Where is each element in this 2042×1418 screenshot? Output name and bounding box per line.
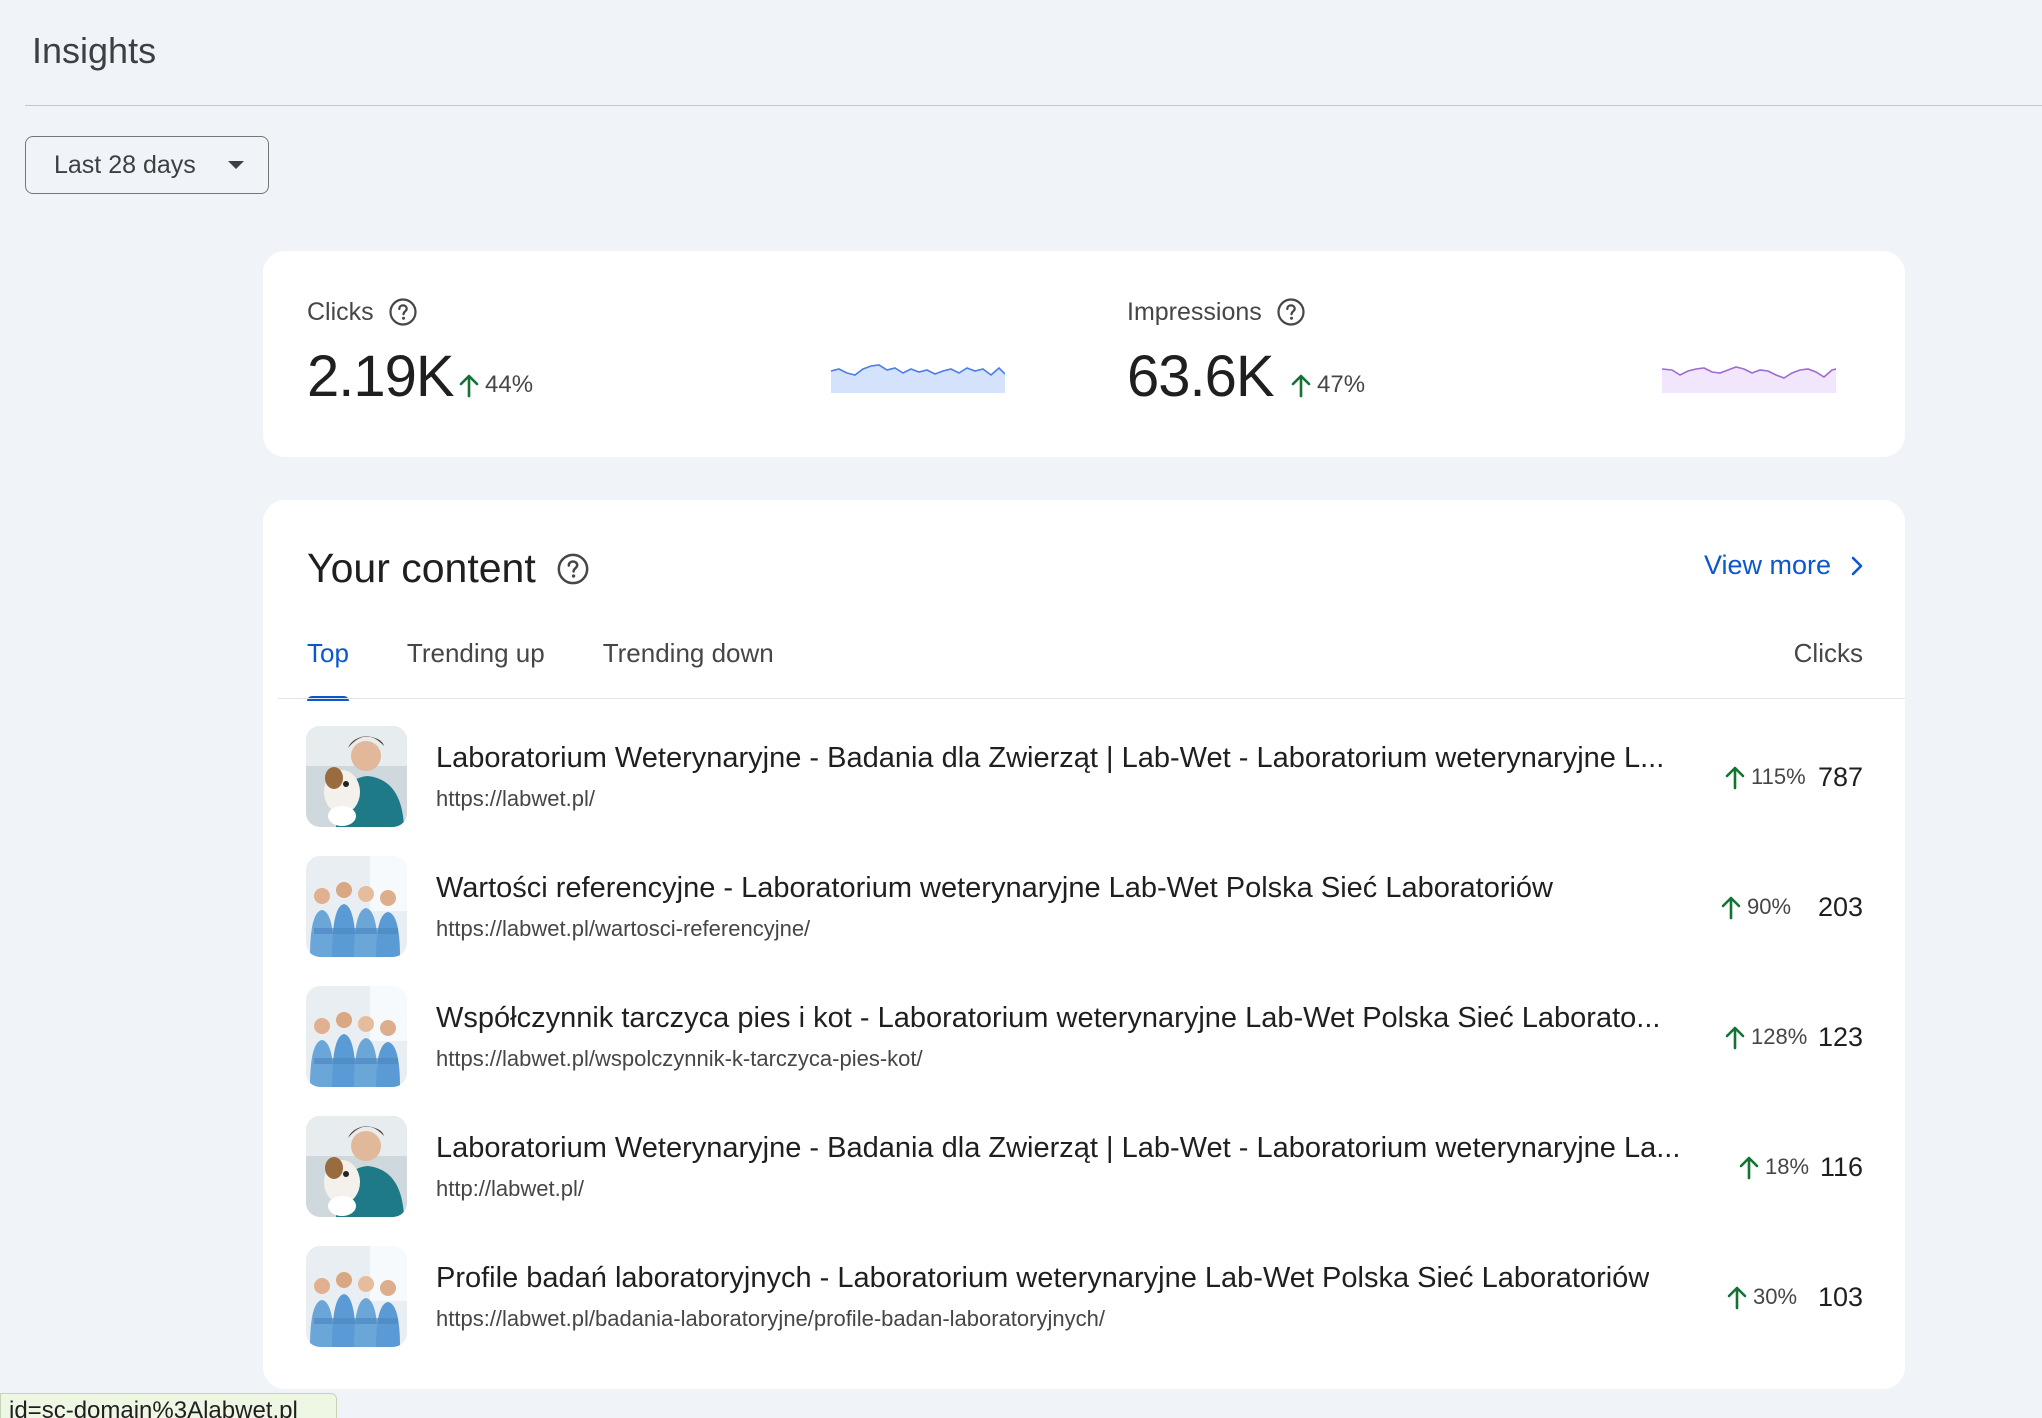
row-url: https://labwet.pl/wspolczynnik-k-tarczyc…	[436, 1046, 923, 1071]
vet-team-thumbnail	[306, 1246, 407, 1347]
clicks-change-value: 44%	[485, 371, 534, 398]
clicks-label: Clicks	[307, 297, 374, 326]
tab-top-label: Top	[307, 638, 349, 668]
page-thumbnail	[306, 726, 407, 827]
help-icon[interactable]	[1276, 297, 1306, 327]
row-title[interactable]: Wartości referencyjne - Laboratorium wet…	[436, 872, 1553, 905]
row-change: 115%	[1723, 764, 1806, 790]
chevron-right-icon	[1851, 556, 1863, 575]
your-content-card: Your content View more Top Trending up T	[263, 500, 1905, 1389]
row-change-value: 90%	[1747, 894, 1792, 919]
vet-with-dog-thumbnail	[306, 726, 407, 827]
date-range-select[interactable]: Last 28 days	[25, 136, 269, 194]
row-clicks: 123	[1817, 1022, 1863, 1052]
date-range-value: Last 28 days	[54, 150, 196, 179]
content-row[interactable]: Laboratorium Weterynaryjne - Badania dla…	[263, 700, 1905, 830]
view-more-link[interactable]: View more	[1704, 550, 1865, 581]
dropdown-caret-icon	[228, 161, 244, 169]
clicks-sparkline	[831, 364, 1005, 393]
content-row[interactable]: Laboratorium Weterynaryjne - Badania dla…	[263, 1090, 1905, 1220]
row-change: 30%	[1725, 1284, 1797, 1310]
row-clicks: 116	[1819, 1152, 1863, 1182]
row-change-value: 128%	[1751, 1024, 1808, 1049]
row-change-value: 30%	[1753, 1284, 1798, 1309]
content-title-row: Your content	[307, 545, 590, 592]
content-title: Your content	[307, 545, 536, 591]
help-icon[interactable]	[388, 297, 418, 327]
row-clicks: 103	[1817, 1282, 1863, 1312]
impressions-sparkline	[1662, 366, 1836, 393]
clicks-label-row: Clicks	[307, 297, 418, 327]
content-tabs: Top Trending up Trending down	[307, 638, 832, 701]
insights-page: Insights Last 28 days Clicks 2.19K 44% I…	[0, 0, 2042, 1418]
row-url: http://labwet.pl/	[436, 1176, 584, 1201]
impressions-value: 63.6K	[1127, 344, 1275, 409]
arrow-up-icon	[1725, 1026, 1745, 1050]
impressions-change-value: 47%	[1317, 371, 1366, 398]
clicks-change: 44%	[457, 371, 533, 399]
vet-team-thumbnail	[306, 986, 407, 1087]
page-thumbnail	[306, 856, 407, 957]
impressions-label: Impressions	[1127, 297, 1262, 326]
tab-trending-down[interactable]: Trending down	[603, 638, 774, 698]
arrow-up-icon	[459, 374, 479, 398]
row-clicks: 203	[1817, 892, 1863, 922]
vet-team-thumbnail	[306, 856, 407, 957]
row-title[interactable]: Laboratorium Weterynaryjne - Badania dla…	[436, 1132, 1680, 1165]
page-title: Insights	[32, 30, 157, 71]
title-divider	[25, 105, 2042, 106]
clicks-value: 2.19K	[307, 344, 455, 409]
status-bar-url: id=sc-domain%3Alabwet.pl	[0, 1393, 337, 1418]
row-title[interactable]: Profile badań laboratoryjnych - Laborato…	[436, 1262, 1649, 1295]
tab-top[interactable]: Top	[307, 638, 349, 701]
row-change-value: 115%	[1751, 764, 1806, 789]
row-url: https://labwet.pl/wartosci-referencyjne/	[436, 916, 811, 941]
row-change: 90%	[1719, 894, 1791, 920]
content-row[interactable]: Współczynnik tarczyca pies i kot - Labor…	[263, 960, 1905, 1090]
page-thumbnail	[306, 1246, 407, 1347]
view-more-label: View more	[1703, 550, 1831, 580]
arrow-up-icon	[1739, 1156, 1759, 1180]
tab-trending-up-label: Trending up	[406, 638, 545, 668]
row-change: 128%	[1723, 1024, 1807, 1050]
metrics-card: Clicks 2.19K 44% Impressions 63.6K 47%	[263, 251, 1905, 457]
tabs-divider	[278, 698, 1905, 699]
arrow-up-icon	[1727, 1286, 1747, 1310]
content-list: Laboratorium Weterynaryjne - Badania dla…	[263, 700, 1905, 1350]
row-clicks: 787	[1817, 762, 1863, 792]
row-title[interactable]: Współczynnik tarczyca pies i kot - Labor…	[436, 1002, 1660, 1035]
page-thumbnail	[306, 986, 407, 1087]
arrow-up-icon	[1721, 896, 1741, 920]
impressions-change: 47%	[1289, 371, 1365, 399]
impressions-label-row: Impressions	[1127, 297, 1306, 327]
tab-trending-up[interactable]: Trending up	[407, 638, 545, 698]
arrow-up-icon	[1291, 374, 1311, 398]
row-url: https://labwet.pl/badania-laboratoryjne/…	[436, 1306, 1105, 1331]
row-title[interactable]: Laboratorium Weterynaryjne - Badania dla…	[436, 742, 1664, 775]
content-row[interactable]: Wartości referencyjne - Laboratorium wet…	[263, 830, 1905, 960]
tab-trending-down-label: Trending down	[602, 638, 774, 668]
help-icon[interactable]	[556, 552, 590, 586]
content-row[interactable]: Profile badań laboratoryjnych - Laborato…	[263, 1220, 1905, 1350]
row-url: https://labwet.pl/	[436, 786, 595, 811]
row-change-value: 18%	[1765, 1154, 1810, 1179]
row-change: 18%	[1737, 1154, 1809, 1180]
page-thumbnail	[306, 1116, 407, 1217]
arrow-up-icon	[1725, 766, 1745, 790]
clicks-column-header: Clicks	[1793, 638, 1863, 668]
vet-with-dog-thumbnail	[306, 1116, 407, 1217]
